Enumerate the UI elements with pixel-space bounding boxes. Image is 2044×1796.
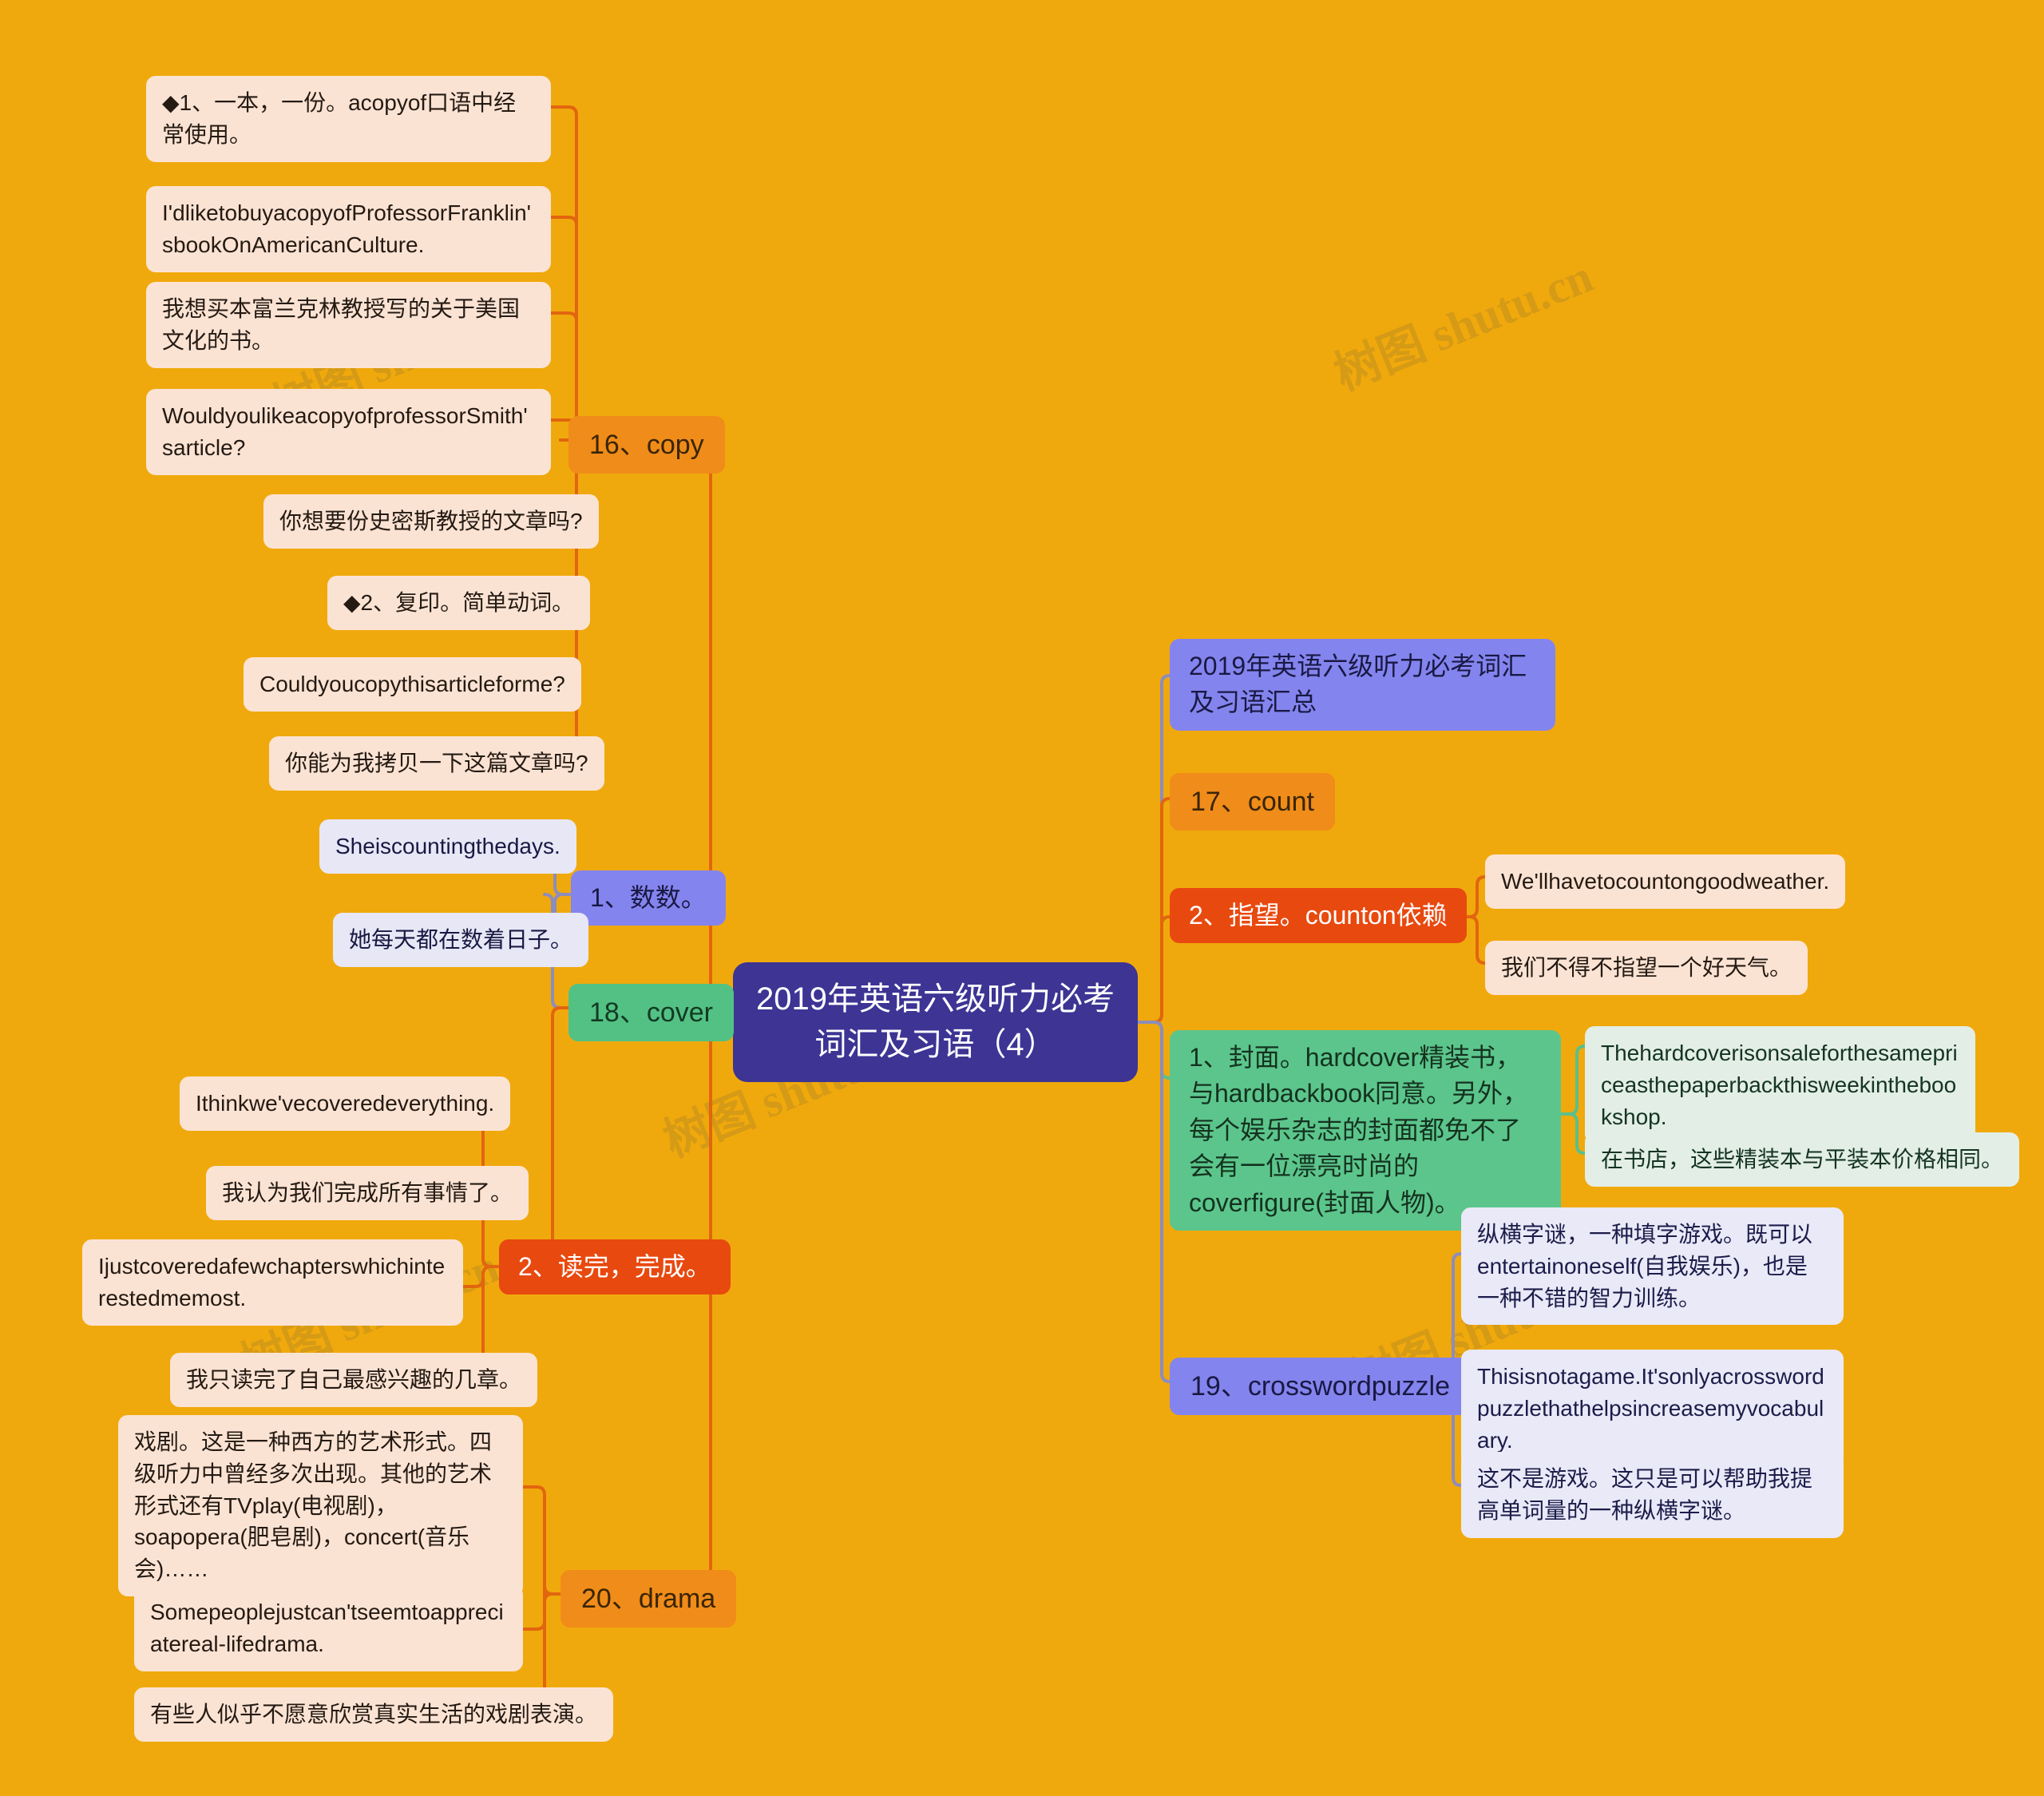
leaf-copy-1[interactable]: ◆1、一本，一份。acopyof口语中经常使用。 — [146, 76, 551, 162]
leaf-copy-6[interactable]: ◆2、复印。简单动词。 — [327, 576, 591, 630]
root-node[interactable]: 2019年英语六级听力必考词汇及习语（4） — [733, 962, 1138, 1082]
leaf-crossword-2[interactable]: Thisisnotagame.It'sonlyacrosswordpuzzlet… — [1461, 1350, 1844, 1468]
leaf-crossword-1[interactable]: 纵横字谜，一种填字游戏。既可以entertainoneself(自我娱乐)，也是… — [1461, 1207, 1844, 1326]
leaf-copy-4[interactable]: WouldyoulikeacopyofprofessorSmith'sartic… — [146, 389, 551, 475]
sub-count-cover-meaning[interactable]: 1、封面。hardcover精装书，与hardbackbook同意。另外，每个娱… — [1170, 1030, 1561, 1231]
leaf-crossword-3[interactable]: 这不是游戏。这只是可以帮助我提高单词量的一种纵横字谜。 — [1461, 1452, 1844, 1538]
branch-summary[interactable]: 2019年英语六级听力必考词汇及习语汇总 — [1170, 639, 1555, 731]
sub-cover-finish[interactable]: 2、读完，完成。 — [499, 1239, 731, 1295]
leaf-relyon-2[interactable]: 我们不得不指望一个好天气。 — [1485, 941, 1808, 995]
leaf-finish-1[interactable]: Ithinkwe'vecoveredeverything. — [180, 1076, 511, 1131]
leaf-relyon-1[interactable]: We'llhavetocountongoodweather. — [1485, 854, 1846, 909]
leaf-copy-8[interactable]: 你能为我拷贝一下这篇文章吗? — [269, 736, 604, 791]
leaf-copy-7[interactable]: Couldyoucopythisarticleforme? — [244, 657, 581, 712]
branch-drama[interactable]: 20、drama — [561, 1570, 737, 1628]
leaf-drama-1[interactable]: 戏剧。这是一种西方的艺术形式。四级听力中曾经多次出现。其他的艺术形式还有TVpl… — [118, 1415, 523, 1596]
sub-count-numbers[interactable]: 1、数数。 — [571, 870, 726, 926]
branch-count[interactable]: 17、count — [1170, 773, 1335, 831]
leaf-copy-3[interactable]: 我想买本富兰克林教授写的关于美国文化的书。 — [146, 282, 551, 368]
leaf-cover-meaning-1[interactable]: Thehardcoverisonsaleforthesamepriceasthe… — [1585, 1026, 1975, 1144]
watermark: 树图 shutu.cn — [1327, 249, 1600, 401]
leaf-drama-2[interactable]: Somepeoplejustcan'tseemtoappreciatereal-… — [134, 1585, 523, 1671]
leaf-count-1[interactable]: Sheiscountingthedays. — [319, 819, 576, 874]
leaf-count-2[interactable]: 她每天都在数着日子。 — [333, 913, 589, 967]
leaf-cover-meaning-2[interactable]: 在书店，这些精装本与平装本价格相同。 — [1585, 1132, 2020, 1187]
leaf-finish-4[interactable]: 我只读完了自己最感兴趣的几章。 — [170, 1353, 538, 1407]
mindmap-canvas: 树图 shutu.cn 树图 shutu.cn 树图 shutu.cn 树图 s… — [0, 0, 2044, 1796]
branch-copy[interactable]: 16、copy — [568, 416, 725, 474]
branch-crosswordpuzzle[interactable]: 19、crosswordpuzzle — [1170, 1358, 1472, 1416]
leaf-finish-3[interactable]: Ijustcoveredafewchapterswhichinterestedm… — [82, 1239, 463, 1326]
branch-cover[interactable]: 18、cover — [568, 984, 734, 1042]
leaf-copy-2[interactable]: I'dliketobuyacopyofProfessorFranklin'sbo… — [146, 186, 551, 272]
leaf-finish-2[interactable]: 我认为我们完成所有事情了。 — [206, 1166, 529, 1220]
sub-count-relyon[interactable]: 2、指望。counton依赖 — [1170, 888, 1467, 944]
leaf-copy-5[interactable]: 你想要份史密斯教授的文章吗? — [263, 494, 599, 549]
leaf-drama-3[interactable]: 有些人似乎不愿意欣赏真实生活的戏剧表演。 — [134, 1687, 614, 1742]
